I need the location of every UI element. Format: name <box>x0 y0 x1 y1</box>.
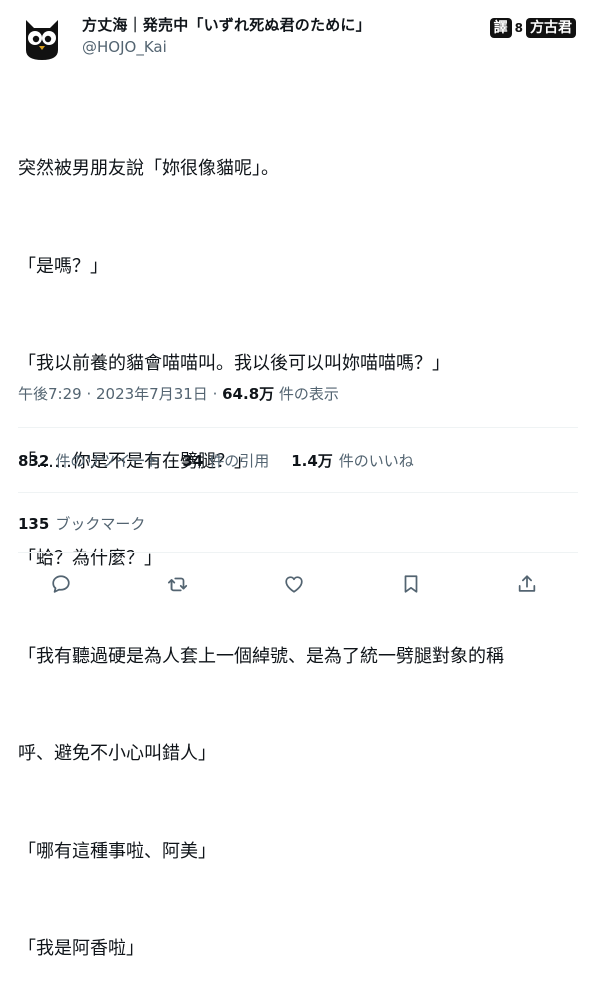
divider <box>18 427 578 428</box>
tweet-line: 突然被男朋友說「妳很像貓呢」。 <box>18 158 279 179</box>
tweet-time[interactable]: 午後7:29 <box>18 385 82 403</box>
retweet-label: 件のリツイート <box>55 452 161 470</box>
retweet-button[interactable] <box>161 567 195 601</box>
author-display-name[interactable]: 方丈海｜発売中「いずれ死ぬ君のために」 <box>82 14 371 35</box>
divider <box>18 552 578 553</box>
share-icon <box>518 575 536 592</box>
tweet-line: 「我是阿香啦」 <box>18 938 144 959</box>
author-handle[interactable]: @HOJO_Kai <box>82 38 167 56</box>
tweet-line: 呼、避免不小心叫錯人」 <box>18 743 216 764</box>
bookmark-icon <box>404 575 417 593</box>
quote-label: 件の引用 <box>209 452 270 470</box>
quote-stat[interactable]: 34 件の引用 <box>182 450 269 471</box>
tweet-line: 「是嗎？」 <box>18 255 108 277</box>
owl-avatar-icon <box>26 20 58 60</box>
tweet-line: 「哪有這種事啦、阿美」 <box>18 840 216 862</box>
bookmark-stat[interactable]: 135 ブックマーク <box>18 513 145 534</box>
action-bar <box>44 568 544 600</box>
meta-separator: · <box>207 385 223 403</box>
tweet-line: 「我有聽過硬是為人套上一個綽號、是為了統一劈腿對象的稱 <box>18 645 504 667</box>
translator-badge: 譯 8 方古君 <box>489 18 576 38</box>
tweet-date[interactable]: 2023年7月31日 <box>96 385 208 403</box>
tweet-meta: 午後7:29 · 2023年7月31日 · 64.8万 件の表示 <box>18 383 339 404</box>
divider <box>18 492 578 493</box>
like-icon <box>285 576 303 593</box>
retweet-stat[interactable]: 832 件のリツイート <box>18 450 160 471</box>
like-stat[interactable]: 1.4万 件のいいね <box>291 450 414 471</box>
tweet-header: 方丈海｜発売中「いずれ死ぬ君のために」 @HOJO_Kai 譯 8 方古君 <box>18 10 578 66</box>
reply-icon <box>52 575 70 593</box>
tweet-line: 「我以前養的貓會喵喵叫。我以後可以叫妳喵喵嗎？」 <box>18 353 450 374</box>
engagement-stats: 832 件のリツイート 34 件の引用 1.4万 件のいいね <box>18 450 414 471</box>
retweet-count: 832 <box>18 452 50 470</box>
view-count: 64.8万 <box>222 385 275 403</box>
retweet-icon <box>167 577 187 592</box>
translator-name: 方古君 <box>526 18 576 38</box>
translator-separator: 8 <box>514 21 523 35</box>
bookmark-count: 135 <box>18 515 50 533</box>
view-count-label: 件の表示 <box>274 385 339 403</box>
meta-separator: · <box>81 385 96 403</box>
share-button[interactable] <box>510 567 544 601</box>
translator-tag: 譯 <box>489 18 512 38</box>
bookmark-label: ブックマーク <box>55 515 146 533</box>
quote-count: 34 <box>182 452 204 470</box>
like-count: 1.4万 <box>291 452 333 470</box>
bookmark-button[interactable] <box>394 567 428 601</box>
like-label: 件のいいね <box>338 452 414 470</box>
tweet-text: 突然被男朋友說「妳很像貓呢」。 「是嗎？」 「我以前養的貓會喵喵叫。我以後可以叫… <box>18 88 578 998</box>
reply-button[interactable] <box>44 567 78 601</box>
avatar[interactable] <box>18 14 66 62</box>
like-button[interactable] <box>277 567 311 601</box>
